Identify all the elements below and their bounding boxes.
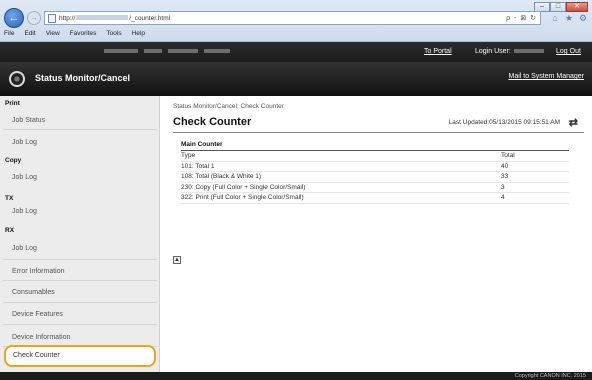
mail-to-system-manager-link[interactable]: Mail to System Manager [509, 73, 584, 80]
login-user: Login User: [475, 48, 547, 55]
header-top-bar: To Portal Login User: Log Out [0, 42, 592, 62]
table-row: 322: Print (Full Color + Single Color/Sm… [181, 193, 569, 204]
sidebar: Print Job Status Job Log Copy Job Log TX… [0, 96, 160, 372]
sidebar-item-device-information[interactable]: Device Information [5, 334, 155, 341]
counter-type: 101: Total 1 [181, 162, 215, 170]
sidebar-item-print-job-log[interactable]: Job Log [5, 139, 155, 146]
url-text: http:///_counter.html [59, 14, 171, 22]
sidebar-heading-tx: TX [5, 195, 14, 202]
sidebar-item-error-information[interactable]: Error Information [5, 268, 155, 275]
navigation-bar: ← → http:///_counter.html ρ - ⊠ ↻ ⌂ ★ ⚙ [4, 8, 588, 28]
sidebar-item-check-counter-label: Check Counter [13, 352, 60, 359]
app-title: Status Monitor/Cancel [35, 73, 131, 83]
to-portal-link[interactable]: To Portal [424, 48, 452, 55]
sidebar-heading-copy: Copy [5, 157, 22, 164]
counter-total: 40 [501, 162, 509, 170]
address-tools[interactable]: ρ - ⊠ ↻ [506, 14, 537, 22]
sidebar-item-device-features[interactable]: Device Features [5, 311, 155, 318]
toolbar-icons: ⌂ ★ ⚙ [550, 13, 588, 23]
copyright-text: Copyright CANON INC. 2015 [514, 373, 586, 379]
sidebar-heading-rx: RX [5, 227, 15, 234]
user-name-redacted [513, 49, 544, 54]
column-header-type: Type [181, 152, 196, 160]
menu-file[interactable]: File [4, 30, 14, 37]
counter-total: 4 [501, 194, 505, 202]
table-row: 230: Copy (Full Color + Single Color/Sma… [181, 183, 569, 193]
menu-help[interactable]: Help [132, 30, 145, 37]
status-monitor-icon [9, 71, 25, 87]
sidebar-item-copy-job-log[interactable]: Job Log [5, 174, 155, 181]
browser-chrome: – □ ✕ ← → http:///_counter.html ρ - ⊠ ↻ … [0, 0, 592, 42]
address-bar[interactable]: http:///_counter.html ρ - ⊠ ↻ [44, 11, 541, 25]
main-content: Status Monitor/Cancel: Check Counter Che… [161, 96, 592, 372]
sidebar-item-print-job-status[interactable]: Job Status [5, 117, 155, 124]
sidebar-item-rx-job-log[interactable]: Job Log [5, 245, 155, 252]
sidebar-heading-print: Print [5, 100, 20, 107]
device-model-redacted [104, 49, 230, 53]
sidebar-item-consumables[interactable]: Consumables [5, 289, 155, 296]
menu-bar: File Edit View Favorites Tools Help [4, 30, 145, 37]
column-header-total: Total [501, 152, 515, 160]
table-row: 101: Total 1 40 [181, 162, 569, 172]
header-main-bar: Status Monitor/Cancel Mail to System Man… [0, 62, 592, 96]
sidebar-item-tx-job-log[interactable]: Job Log [5, 208, 155, 215]
back-button[interactable]: ← [4, 8, 24, 28]
app-header: To Portal Login User: Log Out Status Mon… [0, 42, 592, 96]
menu-edit[interactable]: Edit [24, 30, 35, 37]
counter-type: 108: Total (Black & White 1) [181, 173, 262, 181]
page-icon [48, 13, 56, 23]
footer: Copyright CANON INC. 2015 [0, 372, 592, 380]
refresh-icon[interactable]: ⇄ [569, 116, 578, 129]
breadcrumb: Status Monitor/Cancel: Check Counter [173, 103, 284, 110]
title-divider [173, 132, 584, 133]
counter-type: 322: Print (Full Color + Single Color/Sm… [181, 194, 304, 202]
menu-view[interactable]: View [46, 30, 60, 37]
main-counter-heading: Main Counter [181, 141, 569, 151]
page-title: Check Counter [173, 116, 252, 128]
last-updated-text: Last Updated:05/13/2015 09:15:51 AM [448, 119, 560, 126]
main-counter-table: Main Counter Type Total 101: Total 1 40 … [181, 141, 569, 204]
sidebar-item-check-counter[interactable]: Check Counter [4, 345, 156, 367]
counter-total: 3 [501, 183, 505, 191]
back-to-top-icon[interactable]: ▲ [173, 256, 181, 264]
home-icon[interactable]: ⌂ [550, 13, 560, 23]
favorites-star-icon[interactable]: ★ [564, 13, 574, 23]
settings-gear-icon[interactable]: ⚙ [578, 13, 588, 23]
counter-type: 230: Copy (Full Color + Single Color/Sma… [181, 183, 306, 191]
menu-favorites[interactable]: Favorites [70, 30, 97, 37]
url-redacted [76, 15, 129, 21]
forward-button[interactable]: → [27, 11, 41, 25]
menu-tools[interactable]: Tools [106, 30, 121, 37]
counter-total: 33 [501, 173, 509, 181]
table-row: 108: Total (Black & White 1) 33 [181, 172, 569, 183]
log-out-link[interactable]: Log Out [556, 48, 581, 55]
table-header-row: Type Total [181, 151, 569, 162]
